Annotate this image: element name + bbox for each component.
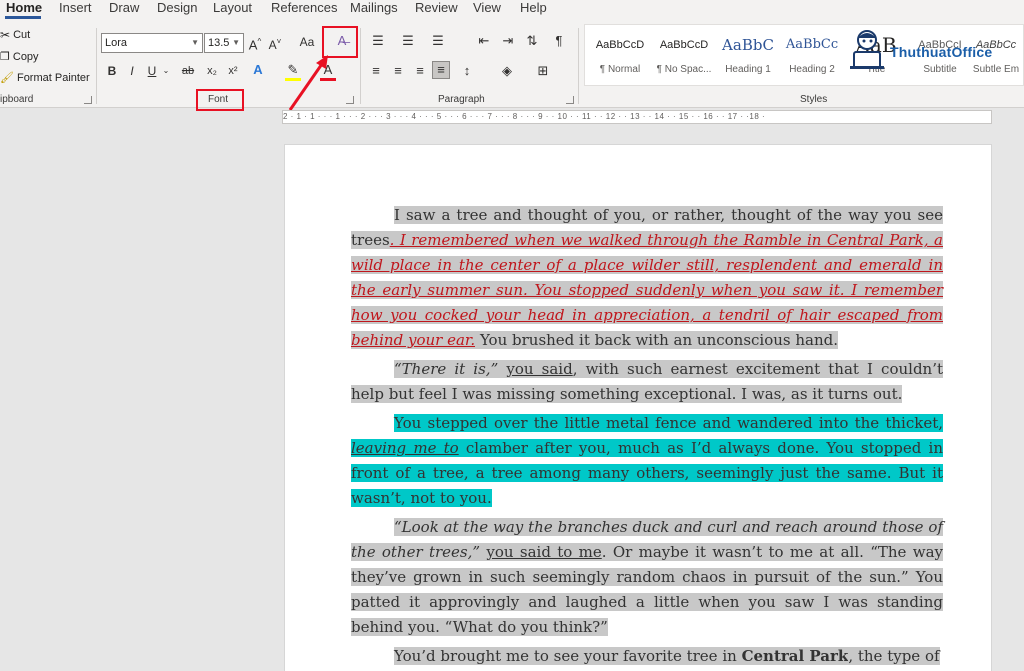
superscript-button[interactable]: x² bbox=[226, 63, 240, 79]
paragraph-group-label: Paragraph bbox=[438, 94, 485, 105]
tab-mailings[interactable]: Mailings bbox=[350, 0, 398, 16]
tab-home[interactable]: Home bbox=[6, 0, 42, 16]
text-run: You’d brought me to see your favorite tr… bbox=[394, 647, 742, 665]
format-painter-label: Format Painter bbox=[16, 71, 90, 84]
tab-insert[interactable]: Insert bbox=[59, 0, 92, 16]
text-run-underline: you said to me bbox=[486, 543, 602, 561]
logo-text: ThuthuatOffice bbox=[890, 44, 993, 60]
line-spacing-icon[interactable]: ↕ bbox=[458, 63, 476, 79]
style-preview: AaBbCcD bbox=[595, 39, 645, 51]
font-size-combo[interactable]: 13.5 ▼ bbox=[204, 33, 244, 53]
change-case-icon[interactable]: Aa bbox=[295, 34, 319, 50]
copy-button[interactable]: ❐ Copy bbox=[0, 50, 39, 64]
style-heading-1[interactable]: AaBbC Heading 1 bbox=[716, 34, 780, 84]
document-page: I saw a tree and thought of you, or rath… bbox=[284, 144, 992, 671]
format-painter-button[interactable]: 🖌 Format Painter bbox=[0, 71, 90, 85]
align-left-icon[interactable]: ≡ bbox=[368, 63, 384, 79]
text-run-bold: Central Park bbox=[741, 647, 849, 665]
horizontal-ruler[interactable]: 2 · 1 · 1 · · · 1 · · · 2 · · · 3 · · · … bbox=[282, 110, 992, 124]
font-label-highlight bbox=[196, 89, 244, 111]
shading-icon[interactable]: ◈ bbox=[498, 63, 516, 79]
mascot-icon bbox=[850, 30, 884, 69]
tab-references[interactable]: References bbox=[271, 0, 337, 16]
paragraph-3: You stepped over the little metal fence … bbox=[351, 411, 943, 511]
style-preview: AaBbCc bbox=[785, 37, 839, 52]
tab-view[interactable]: View bbox=[473, 0, 501, 16]
font-dialog-launcher[interactable] bbox=[346, 96, 354, 104]
scissors-icon: ✂ bbox=[0, 28, 11, 42]
paragraph-2: “There it is,” you said, with such earne… bbox=[351, 357, 944, 407]
thuthuatoffice-logo: ThuthuatOffice bbox=[842, 22, 1024, 82]
paragraph-5: You’d brought me to see your favorite tr… bbox=[351, 644, 943, 669]
bullets-icon[interactable]: ☰ bbox=[368, 33, 388, 49]
font-family-value: Lora bbox=[105, 37, 128, 49]
group-separator bbox=[96, 28, 97, 104]
chevron-down-icon: ▼ bbox=[191, 38, 199, 47]
style-preview: AaBbC bbox=[722, 36, 774, 54]
document-body[interactable]: I saw a tree and thought of you, or rath… bbox=[351, 203, 944, 671]
show-formatting-marks-icon[interactable]: ¶ bbox=[552, 33, 566, 49]
subscript-button[interactable]: x₂ bbox=[205, 63, 219, 79]
shrink-font-icon[interactable]: A˅ bbox=[268, 34, 282, 53]
style-name: ¶ No Spac... bbox=[656, 64, 712, 75]
tab-review[interactable]: Review bbox=[415, 0, 458, 16]
italic-button[interactable]: I bbox=[126, 63, 138, 79]
style-name: Heading 1 bbox=[725, 64, 771, 75]
text-run-underline: you said bbox=[506, 360, 573, 378]
ribbon-tabs: Home Insert Draw Design Layout Reference… bbox=[0, 0, 1024, 20]
strikethrough-button[interactable]: ab bbox=[180, 63, 196, 79]
text-run: , the type of bbox=[848, 647, 940, 665]
style-no-spacing[interactable]: AaBbCcD ¶ No Spac... bbox=[652, 34, 716, 84]
cut-label: Cut bbox=[13, 29, 31, 41]
tab-help[interactable]: Help bbox=[520, 0, 547, 16]
grow-font-icon[interactable]: A^ bbox=[248, 34, 262, 53]
align-right-icon[interactable]: ≡ bbox=[412, 63, 428, 79]
text-effects-icon[interactable]: A bbox=[250, 62, 266, 78]
active-tab-indicator bbox=[5, 16, 41, 19]
justify-icon[interactable]: ≡ bbox=[432, 61, 450, 79]
copy-label: Copy bbox=[12, 50, 39, 63]
bold-button[interactable]: B bbox=[106, 63, 118, 79]
copy-icon: ❐ bbox=[0, 51, 10, 63]
multilevel-list-icon[interactable]: ☰ bbox=[428, 33, 448, 49]
tab-draw[interactable]: Draw bbox=[109, 0, 139, 16]
clipboard-dialog-launcher[interactable] bbox=[84, 96, 92, 104]
paragraph-dialog-launcher[interactable] bbox=[566, 96, 574, 104]
paintbrush-icon: 🖌 bbox=[0, 72, 14, 84]
style-normal[interactable]: AaBbCcD ¶ Normal bbox=[588, 34, 652, 84]
text-run: You brushed it back with an unconscious … bbox=[475, 331, 839, 349]
style-preview: AaBbCcD bbox=[659, 39, 709, 51]
borders-icon[interactable]: ⊞ bbox=[534, 63, 552, 79]
styles-group-label: Styles bbox=[800, 94, 828, 105]
clipboard-group-label: ipboard bbox=[0, 94, 34, 105]
align-center-icon[interactable]: ≡ bbox=[390, 63, 406, 79]
chevron-down-icon[interactable]: ⌄ bbox=[162, 63, 170, 79]
red-arrow-icon bbox=[288, 55, 328, 111]
text-run-cyan: You stepped over the little metal fence … bbox=[394, 414, 943, 432]
group-separator bbox=[578, 28, 579, 104]
ruler-marks: 2 · 1 · 1 · · · 1 · · · 2 · · · 3 · · · … bbox=[283, 112, 766, 121]
paragraph-4: “Look at the way the branches duck and c… bbox=[351, 515, 943, 640]
clear-formatting-highlight bbox=[322, 26, 358, 58]
sort-icon[interactable]: ⇅ bbox=[524, 33, 540, 49]
tab-layout[interactable]: Layout bbox=[213, 0, 252, 16]
paragraph-1: I saw a tree and thought of you, or rath… bbox=[351, 203, 943, 353]
ribbon: ✂ Cut ❐ Copy 🖌 Format Painter ipboard Lo… bbox=[0, 20, 1024, 108]
style-heading-2[interactable]: AaBbCc Heading 2 bbox=[780, 34, 844, 84]
chevron-down-icon: ▼ bbox=[232, 38, 240, 47]
font-family-combo[interactable]: Lora ▼ bbox=[101, 33, 203, 53]
cut-button[interactable]: ✂ Cut bbox=[0, 28, 30, 42]
font-size-value: 13.5 bbox=[208, 37, 230, 49]
tab-design[interactable]: Design bbox=[157, 0, 197, 16]
increase-indent-icon[interactable]: ⇥ bbox=[500, 33, 516, 49]
decrease-indent-icon[interactable]: ⇤ bbox=[476, 33, 492, 49]
group-separator bbox=[360, 28, 361, 104]
style-name: Heading 2 bbox=[789, 64, 835, 75]
numbering-icon[interactable]: ☰ bbox=[398, 33, 418, 49]
underline-button[interactable]: U bbox=[146, 63, 158, 79]
text-run-cyan-italic: leaving me to bbox=[351, 439, 459, 457]
text-run-italic: “There it is,” bbox=[394, 360, 499, 378]
style-name: ¶ Normal bbox=[599, 64, 641, 75]
